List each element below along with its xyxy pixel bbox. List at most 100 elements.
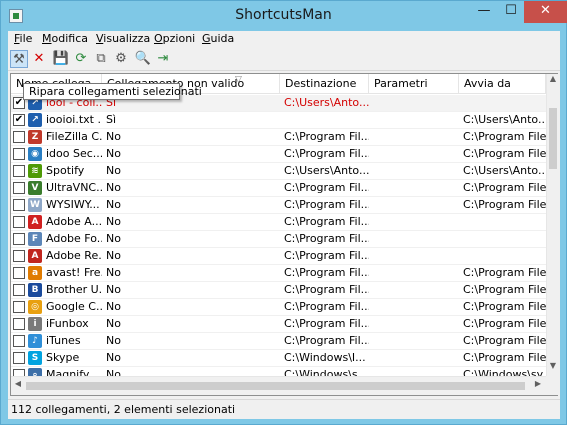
column-start-in[interactable]: Avvia da — [459, 74, 546, 94]
cell-parameters — [369, 316, 459, 332]
row-checkbox[interactable] — [13, 182, 25, 194]
row-checkbox[interactable] — [13, 318, 25, 330]
cell-destination: C:\Program Fil... — [284, 215, 369, 228]
cell-destination: C:\Program Fil... — [284, 266, 369, 279]
table-row[interactable]: ◎ Google C... No C:\Program Fil... C:\Progra… — [11, 299, 546, 316]
cell-parameters — [369, 180, 459, 196]
cell-parameters — [369, 350, 459, 366]
cell-broken: No — [106, 351, 121, 364]
horizontal-scrollbar[interactable]: ◀ ▶ — [11, 376, 546, 395]
cell-parameters — [369, 231, 459, 247]
adobe-icon: A — [28, 215, 42, 229]
row-checkbox[interactable] — [13, 165, 25, 177]
table-row[interactable]: i iFunbox No C:\Program Fil... C:\Program Fi… — [11, 316, 546, 333]
row-checkbox[interactable] — [13, 369, 25, 376]
cell-parameters — [369, 299, 459, 315]
cell-parameters — [369, 129, 459, 145]
menu-modifica[interactable]: Modifica — [42, 32, 88, 45]
cell-name: Adobe A... — [46, 215, 102, 228]
table-row[interactable]: ♪ iTunes No C:\Program Fil... C:\Program Fil… — [11, 333, 546, 350]
close-button[interactable]: ✕ — [524, 1, 567, 23]
table-row[interactable]: ✔ ↗ iooioi.txt ... Sì C:\Users\Anto... — [11, 112, 546, 129]
table-row[interactable]: ≋ Spotify No C:\Users\Anto... C:\Users\Anto.… — [11, 163, 546, 180]
list-rows: ✔ ↗ iooi - coll... Sì C:\Users\Anto... ✔ ↗ iooi… — [11, 95, 546, 376]
cell-start-in: C:\Windows\sy... — [463, 368, 546, 376]
row-checkbox[interactable] — [13, 148, 25, 160]
cell-broken: No — [106, 368, 121, 376]
exit-icon[interactable]: ⇥ — [154, 50, 172, 68]
cell-destination: C:\Windows\s... — [284, 368, 369, 376]
cell-name: avast! Fre... — [46, 266, 102, 279]
vertical-scrollbar[interactable]: ▲ ▼ — [546, 74, 558, 376]
vertical-scroll-thumb[interactable] — [549, 108, 557, 169]
table-row[interactable]: S Skype No C:\Windows\I... C:\Program File..… — [11, 350, 546, 367]
find-icon[interactable]: 🔍 — [134, 50, 152, 68]
column-destination[interactable]: Destinazione — [280, 74, 369, 94]
cell-destination: C:\Program Fil... — [284, 317, 369, 330]
scroll-down-icon[interactable]: ▼ — [547, 361, 559, 376]
row-checkbox[interactable] — [13, 216, 25, 228]
horizontal-scroll-thumb[interactable] — [26, 382, 525, 390]
table-row[interactable]: a avast! Fre... No C:\Program Fil... C:\Prog… — [11, 265, 546, 282]
table-row[interactable]: ◉ idoo Sec... No C:\Program Fil... C:\Progra… — [11, 146, 546, 163]
cell-parameters — [369, 197, 459, 213]
app-window: ShortcutsMan — ☐ ✕ File Modifica Visuali… — [0, 0, 567, 425]
table-row[interactable]: B Brother U... No C:\Program Fil... C:\Progr… — [11, 282, 546, 299]
cell-broken: Sì — [106, 113, 117, 126]
title-bar[interactable]: ShortcutsMan — ☐ ✕ — [1, 1, 567, 31]
cell-destination: C:\Program Fil... — [284, 147, 369, 160]
cell-start-in: C:\Program File... — [463, 181, 546, 194]
menu-visualizza[interactable]: Visualizza — [96, 32, 150, 45]
table-row[interactable]: ⌕ Magnify No C:\Windows\s... C:\Windows\sy..… — [11, 367, 546, 376]
menu-file[interactable]: File — [14, 32, 32, 45]
row-checkbox[interactable] — [13, 284, 25, 296]
row-checkbox[interactable] — [13, 233, 25, 245]
table-row[interactable]: A Adobe Re... No C:\Program Fil... — [11, 248, 546, 265]
minimize-button[interactable]: — — [470, 1, 498, 23]
scroll-right-icon[interactable]: ▶ — [531, 379, 545, 394]
cell-name: Brother U... — [46, 283, 102, 296]
table-row[interactable]: V UltraVNC... No C:\Program Fil... C:\Progra… — [11, 180, 546, 197]
cell-destination: C:\Users\Anto... — [284, 96, 369, 109]
cell-destination: C:\Program Fil... — [284, 334, 369, 347]
row-checkbox[interactable] — [13, 131, 25, 143]
cell-broken: No — [106, 249, 121, 262]
brother-icon: B — [28, 283, 42, 297]
delete-icon[interactable]: ✕ — [30, 50, 48, 68]
fix-shortcuts-icon[interactable]: ⚒ — [10, 50, 28, 68]
copy-icon[interactable]: ⧉ — [92, 50, 110, 68]
column-parameters[interactable]: Parametri — [369, 74, 459, 94]
cell-start-in: C:\Program File... — [463, 147, 546, 160]
cell-parameters — [369, 265, 459, 281]
save-icon[interactable]: 💾 — [52, 50, 70, 68]
row-checkbox[interactable] — [13, 250, 25, 262]
cell-name: idoo Sec... — [46, 147, 102, 160]
properties-icon[interactable]: ⚙ — [112, 50, 130, 68]
cell-destination: C:\Program Fil... — [284, 232, 369, 245]
table-row[interactable]: A Adobe A... No C:\Program Fil... — [11, 214, 546, 231]
cell-name: UltraVNC... — [46, 181, 102, 194]
cell-broken: No — [106, 283, 121, 296]
table-row[interactable]: Z FileZilla C... No C:\Program Fil... C:\Pro… — [11, 129, 546, 146]
table-row[interactable]: F Adobe Fo... No C:\Program Fil... — [11, 231, 546, 248]
row-checkbox[interactable] — [13, 301, 25, 313]
row-checkbox[interactable]: ✔ — [13, 114, 25, 126]
scroll-up-icon[interactable]: ▲ — [547, 74, 559, 89]
menu-guida[interactable]: Guida — [202, 32, 234, 45]
menu-opzioni[interactable]: Opzioni — [154, 32, 195, 45]
cell-start-in: C:\Users\Anto... — [463, 164, 546, 177]
cell-broken: No — [106, 198, 121, 211]
idoo-icon: ◉ — [28, 147, 42, 161]
maximize-button[interactable]: ☐ — [498, 1, 524, 23]
row-checkbox[interactable] — [13, 335, 25, 347]
cell-broken: No — [106, 130, 121, 143]
row-checkbox[interactable] — [13, 199, 25, 211]
refresh-icon[interactable]: ⟳ — [72, 50, 90, 68]
row-checkbox[interactable] — [13, 352, 25, 364]
scroll-left-icon[interactable]: ◀ — [11, 379, 25, 394]
row-checkbox[interactable] — [13, 267, 25, 279]
cell-name: iooioi.txt ... — [46, 113, 102, 126]
avast-icon: a — [28, 266, 42, 280]
skype-icon: S — [28, 351, 42, 365]
table-row[interactable]: W WYSIWY... No C:\Program Fil... C:\Program … — [11, 197, 546, 214]
